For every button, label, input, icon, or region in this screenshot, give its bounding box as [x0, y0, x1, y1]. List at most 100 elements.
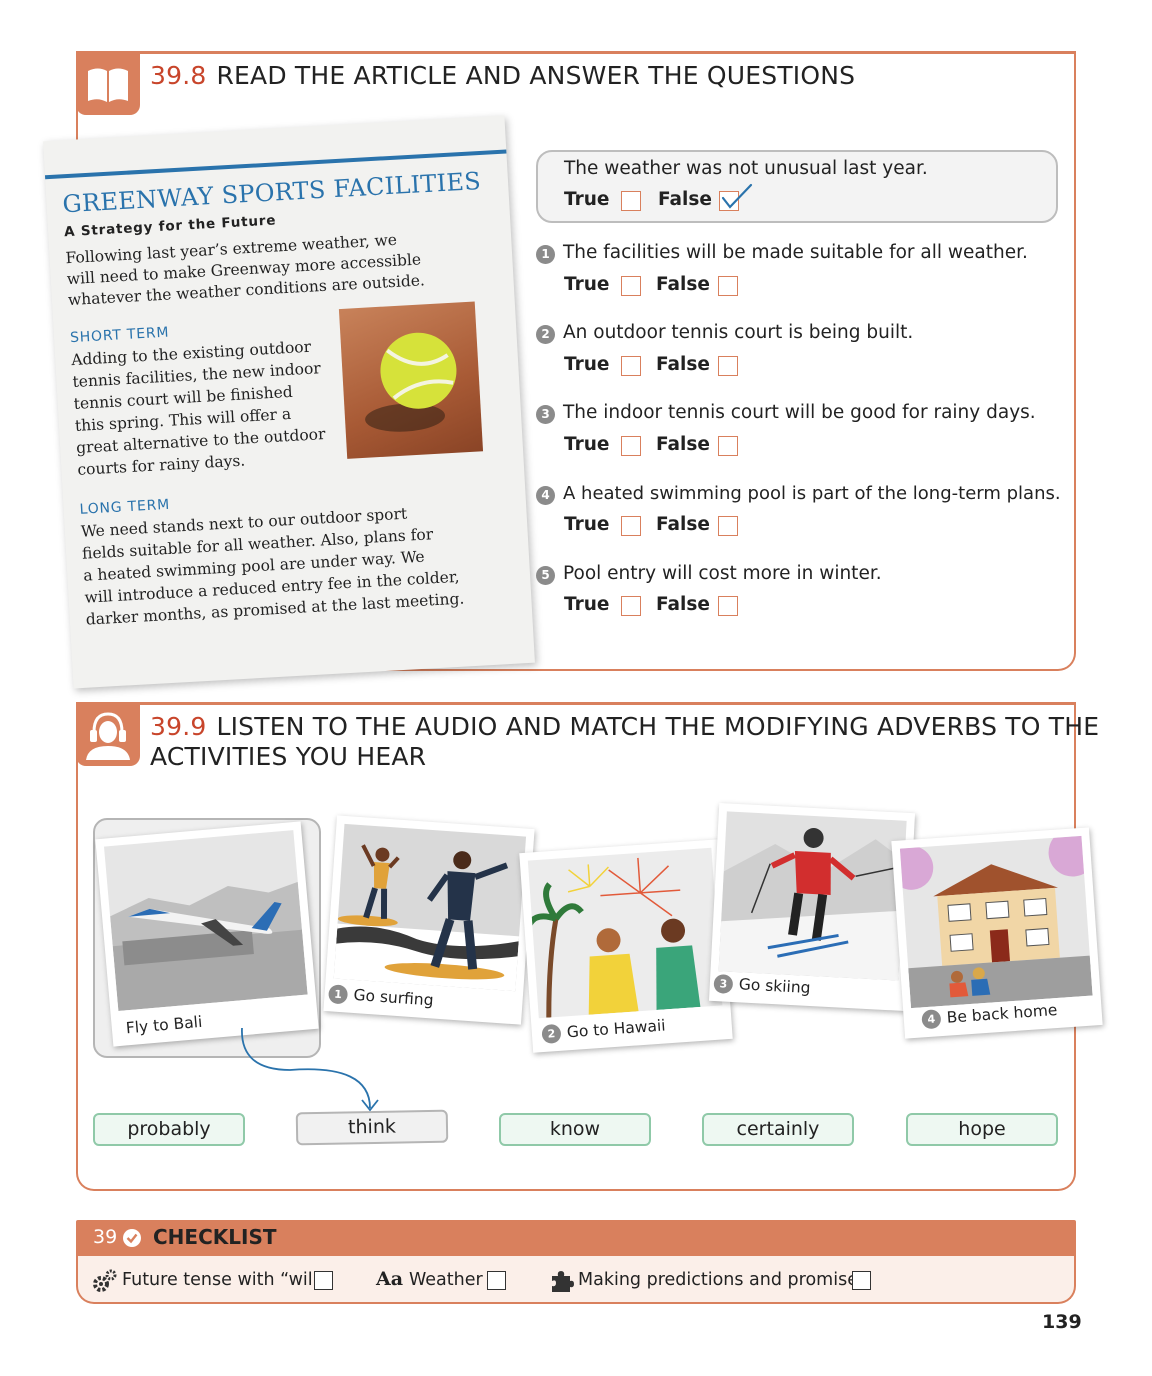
tennis-ball-image: [338, 301, 484, 459]
article-clipping: GREENWAY SPORTS FACILITIES A Strategy fo…: [43, 115, 535, 689]
section-heading: READ THE ARTICLE AND ANSWER THE QUESTION…: [216, 61, 856, 90]
activity-label: Go surfing: [352, 985, 435, 1010]
activity-number: 2: [541, 1023, 562, 1045]
check-circle-icon: [123, 1229, 141, 1247]
headphones-person-icon: [86, 712, 130, 760]
hawaii-illustration: [527, 847, 723, 1019]
checklist-header: 39 CHECKLIST: [76, 1220, 1076, 1256]
true-checkbox[interactable]: [621, 276, 641, 296]
false-label: False: [656, 434, 710, 455]
checklist-item-future-will: Future tense with “will”: [122, 1270, 327, 1290]
skier-icon: [718, 827, 905, 981]
tennis-ball-icon: [365, 332, 457, 432]
activity-number: 4: [921, 1009, 942, 1030]
false-checkbox[interactable]: [718, 356, 738, 376]
page-number: 139: [1042, 1311, 1082, 1333]
adverb-probably[interactable]: probably: [93, 1113, 245, 1146]
true-checkbox[interactable]: [621, 516, 641, 536]
checklist-checkbox-future-will[interactable]: [314, 1271, 333, 1290]
check-mark-icon: [721, 183, 753, 209]
activity-number: 3: [713, 973, 734, 994]
section-39-9-icon-tab: [76, 702, 140, 766]
true-label: True: [564, 354, 610, 375]
true-label: True: [564, 274, 610, 295]
question-text: A heated swimming pool is part of the lo…: [563, 483, 1061, 504]
gears-icon: [93, 1269, 117, 1292]
checklist-title: CHECKLIST: [153, 1225, 277, 1249]
activity-label: Fly to Bali: [125, 1012, 203, 1038]
question-number: 4: [536, 486, 555, 505]
true-label: True: [564, 594, 610, 615]
activity-caption: Fly to Bali: [125, 1013, 203, 1038]
false-checkbox[interactable]: [718, 516, 738, 536]
photo-go-skiing: 3 Go skiing: [708, 803, 916, 1011]
photo-be-back-home: 4 Be back home: [891, 827, 1103, 1039]
activity-number: 1: [327, 984, 349, 1005]
question-number: 5: [536, 566, 555, 585]
open-book-icon: [88, 68, 128, 102]
question-text: An outdoor tennis court is being built.: [563, 322, 914, 343]
example-true-checkbox[interactable]: [621, 191, 641, 211]
section-number: 39.8: [150, 61, 207, 90]
example-question-text: The weather was not unusual last year.: [564, 158, 928, 179]
airplane-icon: [110, 881, 308, 1012]
photo-fly-to-bali: Fly to Bali: [95, 821, 319, 1047]
adverb-hope[interactable]: hope: [906, 1113, 1058, 1146]
adverb-know[interactable]: know: [499, 1113, 651, 1146]
section-number: 39.9: [150, 712, 207, 741]
false-label: False: [656, 514, 710, 535]
adverb-think[interactable]: think: [295, 1109, 449, 1146]
photo-go-to-hawaii: 2 Go to Hawaii: [519, 839, 733, 1053]
match-arrow-icon: [241, 1027, 379, 1112]
fireworks-palm-icon: [527, 857, 701, 1018]
section-39-8-icon-tab: [76, 51, 140, 115]
example-true-label: True: [564, 189, 610, 210]
false-checkbox[interactable]: [718, 276, 738, 296]
question-text: The facilities will be made suitable for…: [563, 242, 1028, 263]
section-heading-line-2: ACTIVITIES YOU HEAR: [150, 742, 427, 771]
question-number: 1: [536, 245, 555, 264]
long-term-heading: LONG TERM: [79, 496, 171, 518]
true-checkbox[interactable]: [621, 356, 641, 376]
question-text: Pool entry will cost more in winter.: [563, 563, 882, 584]
checklist-item-predictions: Making predictions and promises: [578, 1270, 868, 1290]
true-checkbox[interactable]: [621, 596, 641, 616]
false-label: False: [656, 594, 710, 615]
false-label: False: [656, 354, 710, 375]
article-subtitle: A Strategy for the Future: [63, 212, 277, 241]
skiing-illustration: [718, 811, 907, 981]
surfing-illustration: [333, 823, 527, 992]
activity-label: Be back home: [946, 1001, 1058, 1027]
activity-caption: 1 Go surfing: [327, 984, 435, 1010]
house-icon: [899, 835, 1093, 1009]
false-checkbox[interactable]: [718, 596, 738, 616]
house-illustration: [899, 835, 1093, 1009]
section-39-9-title: 39.9 LISTEN TO THE AUDIO AND MATCH THE MO…: [150, 712, 1099, 772]
question-text: The indoor tennis court will be good for…: [563, 402, 1036, 423]
true-label: True: [564, 434, 610, 455]
airplane-illustration: [103, 830, 308, 1012]
false-checkbox[interactable]: [718, 436, 738, 456]
activity-label: Go to Hawaii: [566, 1016, 667, 1042]
false-label: False: [656, 274, 710, 295]
puzzle-icon: [552, 1271, 574, 1292]
surfers-icon: [333, 844, 520, 992]
short-term-heading: SHORT TERM: [69, 324, 170, 347]
photo-go-surfing: 1 Go surfing: [323, 815, 535, 1025]
question-number: 2: [536, 325, 555, 344]
true-checkbox[interactable]: [621, 436, 641, 456]
checklist-checkbox-weather[interactable]: [487, 1271, 506, 1290]
checklist-checkbox-predictions[interactable]: [852, 1271, 871, 1290]
checklist-item-weather: Weather: [409, 1270, 483, 1290]
activity-caption: 2 Go to Hawaii: [541, 1016, 667, 1045]
aa-icon: Aa: [376, 1268, 404, 1290]
section-heading-line-1: LISTEN TO THE AUDIO AND MATCH THE MODIFY…: [216, 712, 1100, 741]
true-label: True: [564, 514, 610, 535]
adverb-certainly[interactable]: certainly: [702, 1113, 854, 1146]
activity-caption: 3 Go skiing: [713, 973, 811, 998]
activity-label: Go skiing: [738, 975, 811, 998]
checklist-number: 39: [93, 1226, 118, 1248]
question-number: 3: [536, 405, 555, 424]
example-false-label: False: [658, 189, 712, 210]
section-39-8-title: 39.8 READ THE ARTICLE AND ANSWER THE QUES…: [150, 61, 855, 91]
